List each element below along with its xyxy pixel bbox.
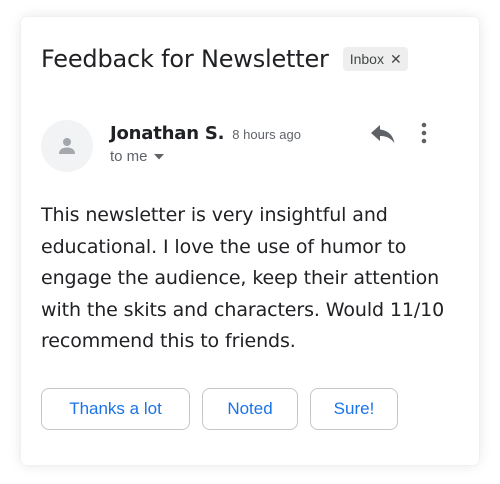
subject-row: Feedback for Newsletter Inbox ✕ [41,45,408,73]
smart-reply-sure-button[interactable]: Sure! [310,388,398,430]
sender-name[interactable]: Jonathan S. [110,123,224,144]
sender-block: Jonathan S. 8 hours ago to me [110,123,301,165]
person-icon [59,138,75,154]
label-chip-text: Inbox [349,51,384,67]
avatar[interactable] [41,120,93,172]
recipient-details[interactable]: to me [110,148,301,165]
smart-replies: Thanks a lot Noted Sure! [41,388,398,430]
inbox-label-chip[interactable]: Inbox ✕ [342,47,408,71]
sender-line: Jonathan S. 8 hours ago [110,123,301,144]
caret-down-icon[interactable] [153,153,164,160]
email-body: This newsletter is very insightful and e… [41,204,445,352]
more-vertical-icon[interactable] [417,121,431,145]
email-card: Feedback for Newsletter Inbox ✕ Jonathan… [21,17,479,465]
timestamp: 8 hours ago [232,127,301,142]
recipient-label: to me [110,148,148,165]
close-icon[interactable]: ✕ [390,52,402,66]
reply-icon[interactable] [370,123,396,145]
smart-reply-noted-button[interactable]: Noted [202,388,298,430]
smart-reply-thanks-button[interactable]: Thanks a lot [41,388,190,430]
email-subject: Feedback for Newsletter [41,45,329,73]
